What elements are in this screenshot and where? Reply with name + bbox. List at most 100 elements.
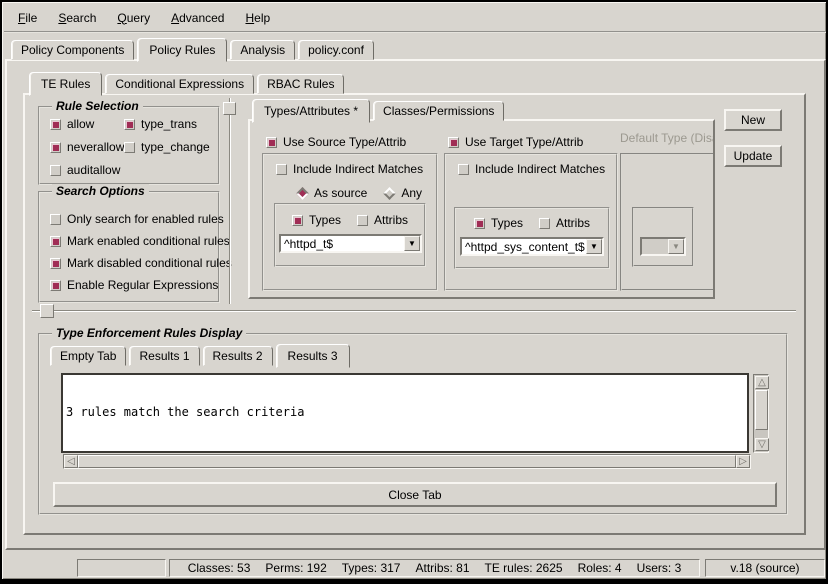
apol-window: File Search Query Advanced Help Policy C… bbox=[0, 0, 828, 584]
checkbox-label: Use Source Type/Attrib bbox=[283, 135, 406, 149]
results-horizontal-scrollbar[interactable]: ◁ ▷ bbox=[63, 454, 751, 469]
update-button-label: Update bbox=[734, 149, 773, 163]
triangle-down-icon: ▽ bbox=[758, 440, 766, 450]
tab-types-attributes[interactable]: Types/Attributes * bbox=[252, 99, 370, 123]
scroll-up-button[interactable]: △ bbox=[755, 376, 769, 389]
scroll-left-button[interactable]: ◁ bbox=[64, 455, 78, 468]
menu-query-hotkey: Q bbox=[117, 11, 126, 25]
checkbox-source-types[interactable]: Types bbox=[292, 213, 341, 227]
checkbox-indicator bbox=[458, 164, 469, 175]
tab-label: Classes/Permissions bbox=[383, 104, 494, 118]
stat-perms: Perms: 192 bbox=[265, 561, 326, 575]
tab-results-2[interactable]: Results 2 bbox=[203, 346, 273, 366]
tab-label: Results 3 bbox=[288, 349, 338, 363]
checkbox-label: type_trans bbox=[141, 117, 197, 131]
update-button[interactable]: Update bbox=[724, 145, 782, 167]
tab-te-rules[interactable]: TE Rules bbox=[29, 72, 102, 96]
checkbox-regex[interactable]: Enable Regular Expressions bbox=[50, 278, 218, 292]
scroll-right-button[interactable]: ▷ bbox=[736, 455, 750, 468]
tab-label: Policy Rules bbox=[149, 43, 215, 57]
checkbox-label: neverallow bbox=[67, 140, 124, 154]
radio-indicator bbox=[383, 187, 396, 200]
checkbox-label: auditallow bbox=[67, 163, 120, 177]
target-type-combo[interactable]: ^httpd_sys_content_t$ ▼ bbox=[460, 237, 604, 256]
vertical-sash[interactable] bbox=[229, 98, 231, 304]
source-combo-dropdown-button[interactable]: ▼ bbox=[404, 236, 420, 251]
checkbox-label: Types bbox=[491, 216, 523, 230]
tab-analysis[interactable]: Analysis bbox=[230, 40, 295, 60]
default-type-group: ▼ bbox=[620, 153, 715, 291]
default-type-inner-box: ▼ bbox=[632, 207, 694, 267]
checkbox-source-attribs[interactable]: Attribs bbox=[357, 213, 408, 227]
horizontal-sash[interactable] bbox=[32, 310, 796, 312]
checkbox-type-trans[interactable]: type_trans bbox=[124, 117, 197, 131]
default-type-title: Default Type (Disa bbox=[618, 131, 715, 145]
tab-classes-permissions[interactable]: Classes/Permissions bbox=[373, 101, 504, 121]
tab-empty-tab[interactable]: Empty Tab bbox=[50, 346, 126, 366]
menu-bar: File Search Query Advanced Help bbox=[4, 4, 826, 33]
vertical-sash-handle[interactable] bbox=[223, 102, 236, 115]
horizontal-sash-handle[interactable] bbox=[40, 304, 54, 318]
checkbox-indicator bbox=[474, 218, 485, 229]
results-vertical-scrollbar[interactable]: △ ▽ bbox=[753, 374, 769, 453]
close-tab-button[interactable]: Close Tab bbox=[53, 482, 777, 507]
tab-results-3[interactable]: Results 3 bbox=[276, 344, 350, 368]
te-display-group: Type Enforcement Rules Display Empty Tab… bbox=[38, 333, 788, 515]
checkbox-target-attribs[interactable]: Attribs bbox=[539, 216, 590, 230]
checkbox-auditallow[interactable]: auditallow bbox=[50, 163, 120, 177]
main-tab-bar: Policy Components Policy Rules Analysis … bbox=[11, 38, 377, 60]
menu-query[interactable]: Query bbox=[113, 8, 154, 28]
checkbox-source-indirect[interactable]: Include Indirect Matches bbox=[276, 162, 436, 176]
checkbox-label: Types bbox=[309, 213, 341, 227]
close-tab-button-label: Close Tab bbox=[388, 488, 441, 502]
tab-label: Results 1 bbox=[139, 349, 189, 363]
default-type-combo: ▼ bbox=[640, 237, 686, 256]
stat-users: Users: 3 bbox=[637, 561, 682, 575]
source-type-combo[interactable]: ^httpd_t$ ▼ bbox=[279, 234, 422, 253]
default-combo-dropdown-button: ▼ bbox=[668, 239, 684, 254]
chevron-down-icon: ▼ bbox=[408, 240, 416, 248]
menu-search[interactable]: Search bbox=[54, 8, 100, 28]
stat-te-rules: TE rules: 2625 bbox=[485, 561, 563, 575]
scroll-down-button[interactable]: ▽ bbox=[755, 438, 769, 451]
menu-file[interactable]: File bbox=[14, 8, 41, 28]
checkbox-label: Mark disabled conditional rules bbox=[67, 256, 232, 270]
menu-advanced[interactable]: Advanced bbox=[167, 8, 228, 28]
source-type-combo-value: ^httpd_t$ bbox=[281, 237, 404, 251]
tab-results-1[interactable]: Results 1 bbox=[129, 346, 199, 366]
tab-policy-components[interactable]: Policy Components bbox=[11, 40, 134, 60]
checkbox-use-source[interactable]: Use Source Type/Attrib bbox=[266, 135, 406, 149]
checkbox-indicator bbox=[50, 280, 61, 291]
checkbox-indicator bbox=[357, 215, 368, 226]
rule-selection-group: Rule Selection allow type_trans neverall… bbox=[38, 106, 220, 185]
checkbox-target-indirect[interactable]: Include Indirect Matches bbox=[458, 162, 616, 176]
checkbox-mark-enabled[interactable]: Mark enabled conditional rules bbox=[50, 234, 218, 248]
chevron-down-icon: ▼ bbox=[590, 243, 598, 251]
new-button[interactable]: New bbox=[724, 109, 782, 131]
radio-as-source[interactable]: As source bbox=[298, 186, 367, 200]
checkbox-allow[interactable]: allow bbox=[50, 117, 124, 131]
checkbox-only-enabled[interactable]: Only search for enabled rules bbox=[50, 212, 218, 226]
chevron-down-icon: ▼ bbox=[672, 243, 680, 251]
checkbox-use-target[interactable]: Use Target Type/Attrib bbox=[448, 135, 583, 149]
tab-policy-rules[interactable]: Policy Rules bbox=[137, 38, 227, 62]
menu-help-label: elp bbox=[254, 11, 270, 25]
tab-rbac-rules[interactable]: RBAC Rules bbox=[257, 74, 344, 94]
checkbox-mark-disabled[interactable]: Mark disabled conditional rules bbox=[50, 256, 218, 270]
checkbox-type-change[interactable]: type_change bbox=[124, 140, 210, 154]
tab-conditional-expressions[interactable]: Conditional Expressions bbox=[105, 74, 254, 94]
vertical-scrollbar-thumb[interactable] bbox=[755, 390, 768, 430]
checkbox-label: Include Indirect Matches bbox=[293, 162, 423, 176]
triangle-up-icon: △ bbox=[758, 378, 766, 388]
checkbox-indicator bbox=[539, 218, 550, 229]
tab-label: policy.conf bbox=[308, 43, 364, 57]
results-text-area[interactable]: 3 rules match the search criteria (5822)… bbox=[61, 373, 749, 453]
tab-policy-conf[interactable]: policy.conf bbox=[298, 40, 374, 60]
menu-help[interactable]: Help bbox=[241, 8, 274, 28]
checkbox-neverallow[interactable]: neverallow bbox=[50, 140, 124, 154]
checkbox-label: type_change bbox=[141, 140, 210, 154]
horizontal-scrollbar-thumb[interactable] bbox=[78, 455, 736, 468]
target-combo-dropdown-button[interactable]: ▼ bbox=[586, 239, 602, 254]
checkbox-target-types[interactable]: Types bbox=[474, 216, 523, 230]
radio-any[interactable]: Any bbox=[385, 186, 422, 200]
